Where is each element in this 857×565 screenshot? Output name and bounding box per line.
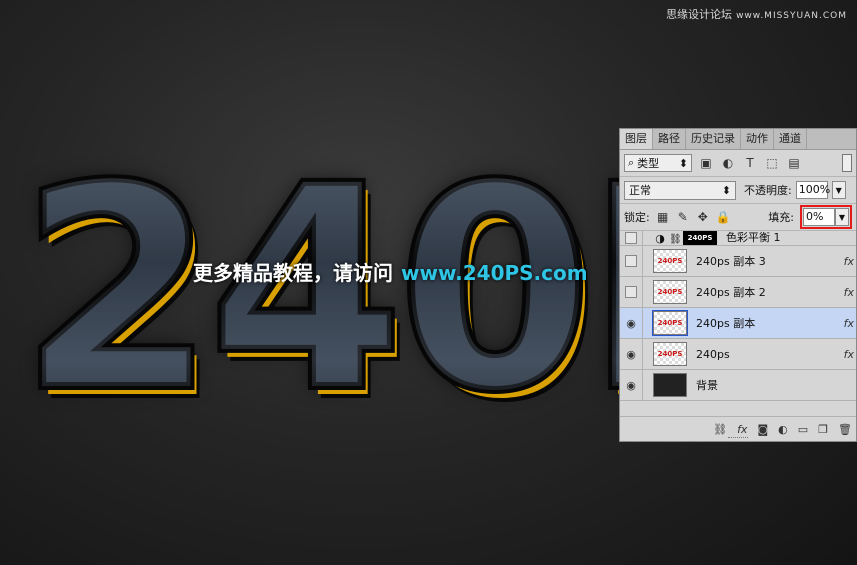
watermark: 思缘设计论坛 www.MISSYUAN.COM <box>666 6 847 22</box>
fx-icon[interactable]: fx <box>737 423 747 436</box>
fx-icon[interactable]: fx <box>844 286 854 299</box>
fx-icon[interactable]: fx <box>844 255 854 268</box>
opacity-dropdown-button[interactable]: ▼ <box>831 181 846 199</box>
link-icon: ⛓ <box>669 234 682 245</box>
visibility-toggle[interactable]: ◉ <box>620 308 643 338</box>
blend-row: 正常 ⬍ 不透明度: 100% ▼ <box>620 177 856 204</box>
layers-panel: 图层 路径 历史记录 动作 通道 ⌕ 类型 ⬍ ▣ ◐ T ⬚ ▤ 正常 ⬍ 不… <box>619 128 857 442</box>
adjustment-layer-icon: ◑ <box>655 232 665 245</box>
eye-icon: ◉ <box>626 347 636 361</box>
empty-box-icon <box>625 286 637 298</box>
smart-object-icon[interactable]: ▤ <box>786 155 802 171</box>
mask-icon[interactable]: ◙ <box>757 423 768 436</box>
layer-name[interactable]: 240ps 副本 2 <box>696 284 766 300</box>
layers-list: ◑ ⛓ 240PS 色彩平衡 1 240PS 240ps 副本 3 fx 240… <box>620 231 856 413</box>
lock-transparency-icon[interactable]: ▦ <box>656 210 670 224</box>
eye-icon: ◉ <box>626 378 636 392</box>
tutorial-caption: 更多精品教程，请访问 <box>193 261 393 285</box>
empty-box-icon <box>625 255 637 267</box>
lock-position-icon[interactable]: ✥ <box>696 210 710 224</box>
tab-channels[interactable]: 通道 <box>774 129 807 149</box>
blend-mode-select[interactable]: 正常 ⬍ <box>624 180 736 200</box>
visibility-toggle[interactable]: ◉ <box>620 339 643 369</box>
layer-row[interactable]: ◉ 240PS 240ps fx <box>620 339 856 370</box>
shape-icon[interactable]: ⬚ <box>764 155 780 171</box>
blend-mode-label: 正常 <box>629 184 651 197</box>
visibility-toggle[interactable]: ◉ <box>620 370 643 400</box>
panel-tabs: 图层 路径 历史记录 动作 通道 <box>620 129 856 150</box>
text-icon[interactable]: T <box>742 155 758 171</box>
empty-box-icon <box>625 232 637 244</box>
tab-actions[interactable]: 动作 <box>741 129 774 149</box>
visibility-toggle[interactable] <box>620 277 643 307</box>
resize-grip[interactable] <box>728 437 748 441</box>
adjustment-icon[interactable]: ◐ <box>720 155 736 171</box>
fill-label: 填充: <box>768 211 794 224</box>
new-layer-icon[interactable]: ❐ <box>818 423 828 436</box>
tutorial-banner: 更多精品教程，请访问 www.240PS.com <box>193 257 588 286</box>
trash-icon[interactable]: 🗑 <box>838 423 852 436</box>
lock-all-icon[interactable]: 🔒 <box>716 210 731 224</box>
tab-layers[interactable]: 图层 <box>620 129 653 149</box>
layer-thumbnail: 240PS <box>652 310 688 336</box>
layer-thumbnail: 240PS <box>653 342 687 366</box>
lock-pixels-icon[interactable]: ✎ <box>676 210 690 224</box>
layer-row[interactable]: 240PS 240ps 副本 2 fx <box>620 277 856 308</box>
layer-thumbnail: 240PS <box>653 280 687 304</box>
watermark-text: 思缘设计论坛 <box>666 8 733 21</box>
layer-name[interactable]: 240ps <box>696 348 730 361</box>
fill-dropdown-button[interactable]: ▼ <box>835 208 849 226</box>
filter-row: ⌕ 类型 ⬍ ▣ ◐ T ⬚ ▤ <box>620 150 856 177</box>
layer-row[interactable]: ◉ 背景 <box>620 370 856 401</box>
watermark-site: www.MISSYUAN.COM <box>736 11 847 21</box>
image-icon[interactable]: ▣ <box>698 155 714 171</box>
link-icon[interactable]: ⛓ <box>713 423 727 436</box>
fx-icon[interactable]: fx <box>844 317 854 330</box>
layer-name[interactable]: 240ps 副本 <box>696 315 755 331</box>
tab-paths[interactable]: 路径 <box>653 129 686 149</box>
filter-kind-select[interactable]: ⌕ 类型 ⬍ <box>624 154 692 172</box>
filter-kind-label: 类型 <box>637 157 660 170</box>
lock-label: 锁定: <box>624 211 650 224</box>
search-icon: ⌕ <box>628 156 635 169</box>
eye-icon: ◉ <box>626 316 636 330</box>
layer-thumbnail <box>653 373 687 397</box>
layer-row[interactable]: 240PS 240ps 副本 3 fx <box>620 246 856 277</box>
tab-history[interactable]: 历史记录 <box>686 129 741 149</box>
opacity-input[interactable]: 100% <box>795 181 830 199</box>
updown-icon: ⬍ <box>721 183 731 197</box>
tutorial-url: www.240PS.com <box>401 261 588 285</box>
layer-name[interactable]: 色彩平衡 1 <box>726 231 781 245</box>
layer-row-selected[interactable]: ◉ 240PS 240ps 副本 fx <box>620 308 856 339</box>
fill-input[interactable]: 0% <box>803 208 835 226</box>
fx-icon[interactable]: fx <box>844 348 854 361</box>
fill-highlight: 0% ▼ <box>800 205 852 229</box>
visibility-toggle[interactable] <box>620 231 643 245</box>
layer-row[interactable]: ◑ ⛓ 240PS 色彩平衡 1 <box>620 231 856 246</box>
updown-icon: ⬍ <box>678 156 688 170</box>
panel-footer: ⛓ fx ◙ ◐ ▭ ❐ 🗑 <box>620 416 856 441</box>
mask-thumbnail: 240PS <box>683 231 717 245</box>
visibility-toggle[interactable] <box>620 246 643 276</box>
opacity-label: 不透明度: <box>744 184 792 197</box>
layer-thumbnail: 240PS <box>653 249 687 273</box>
adjustment-icon[interactable]: ◐ <box>778 423 788 436</box>
chevron-down-icon: ▼ <box>835 185 842 195</box>
chevron-down-icon: ▼ <box>838 212 846 222</box>
filter-toggle[interactable] <box>842 154 852 172</box>
folder-icon[interactable]: ▭ <box>798 423 808 436</box>
layer-name[interactable]: 背景 <box>696 377 718 393</box>
lock-row: 锁定: ▦ ✎ ✥ 🔒 填充: 0% ▼ <box>620 204 856 231</box>
layer-name[interactable]: 240ps 副本 3 <box>696 253 766 269</box>
